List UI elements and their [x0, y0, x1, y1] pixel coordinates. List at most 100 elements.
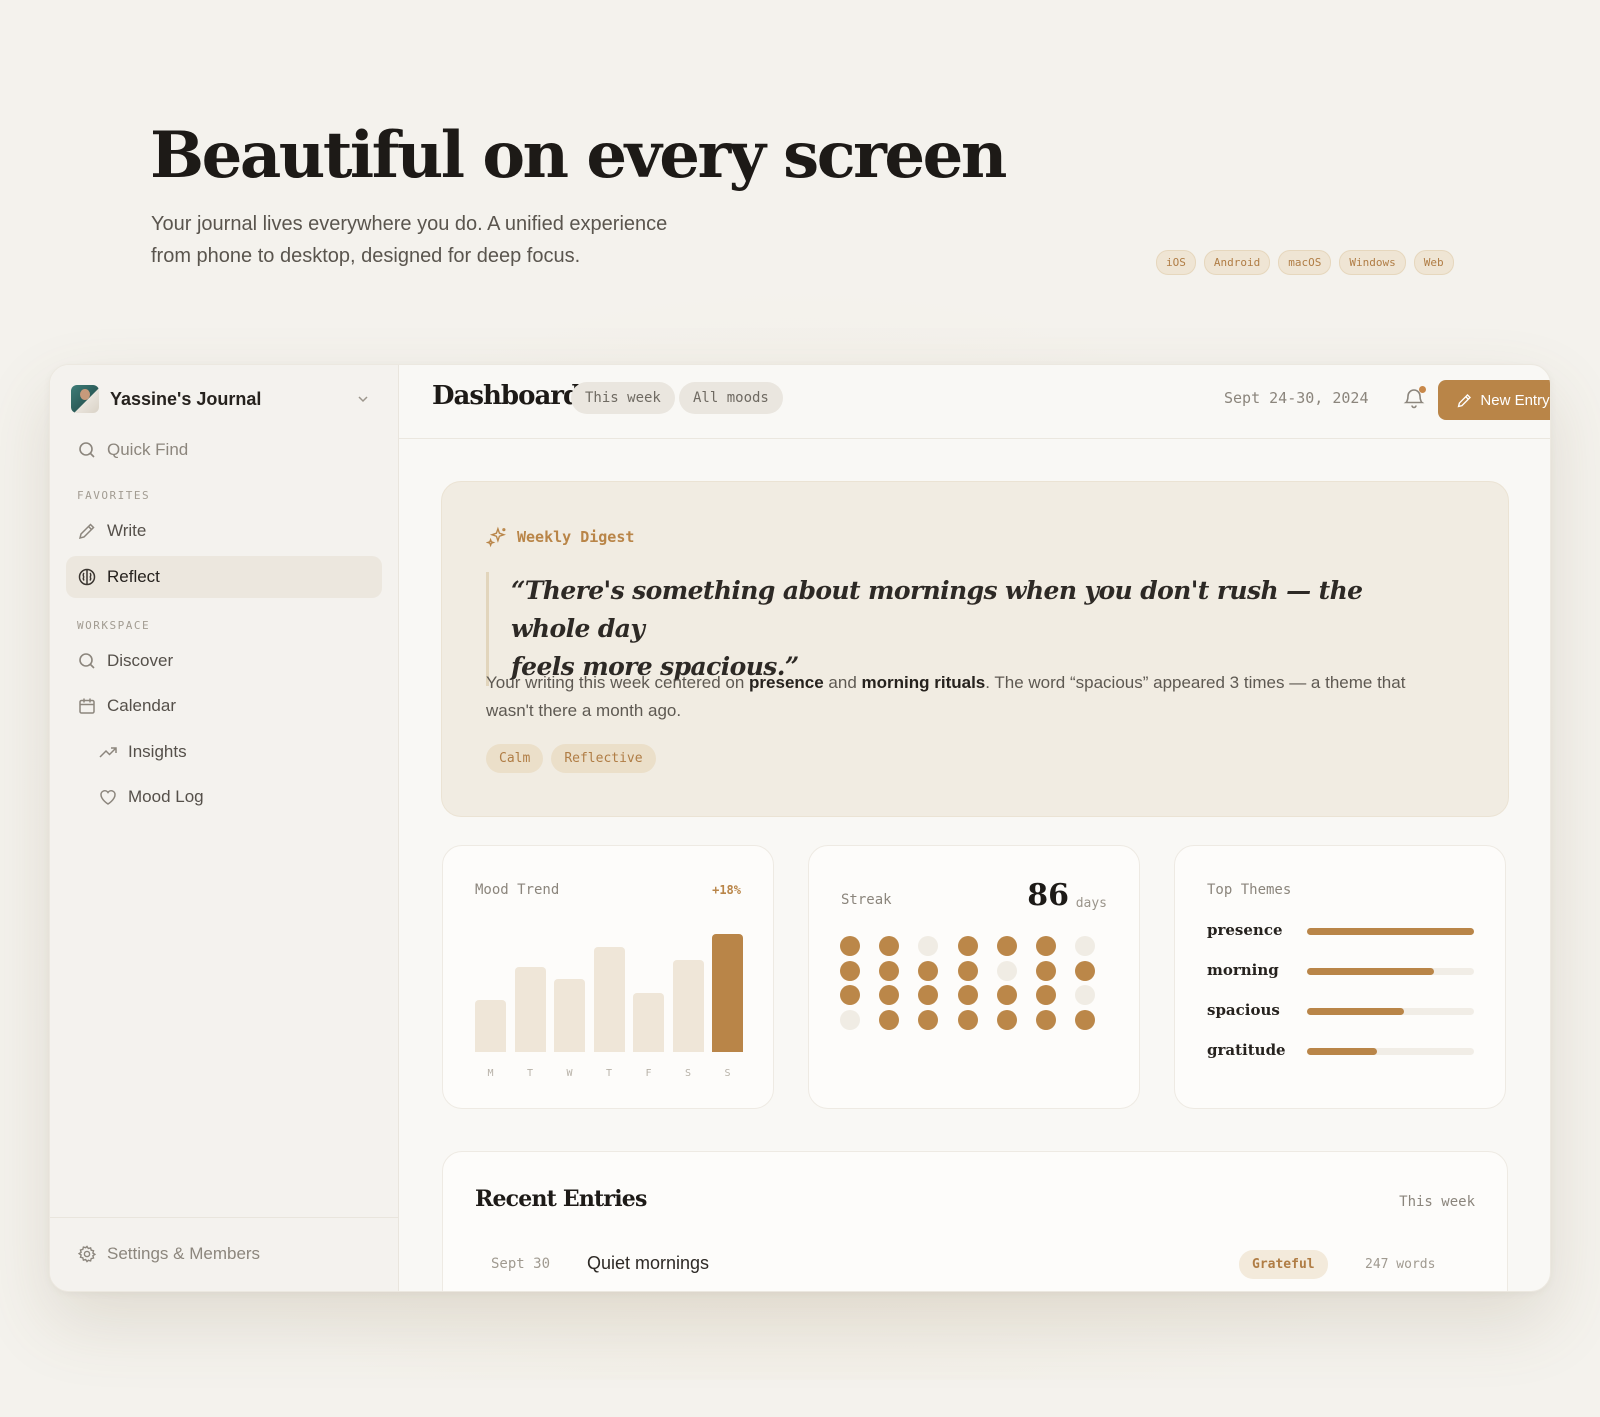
- sidebar-item-discover[interactable]: Discover: [66, 640, 382, 682]
- mood-trend-label: Mood Trend: [475, 882, 560, 898]
- mood-day-label: F: [645, 1068, 652, 1079]
- summary-text: and: [823, 673, 862, 692]
- streak-dot: [918, 960, 939, 981]
- sidebar-item-mood-log[interactable]: Mood Log: [66, 776, 382, 818]
- hero-subtitle-line-2: from phone to desktop, designed for deep…: [151, 245, 581, 267]
- entry-mood-badge: Grateful: [1239, 1250, 1328, 1279]
- mood-bar: [593, 947, 625, 1052]
- streak-dot: [1036, 1009, 1056, 1030]
- streak-dot: [879, 985, 900, 1005]
- streak-dot: [1075, 960, 1096, 981]
- summary-highlight: presence: [749, 673, 824, 692]
- search-icon: [79, 442, 95, 458]
- digest-summary: Your writing this week centered on prese…: [486, 669, 1416, 725]
- mood-bar: [554, 979, 585, 1052]
- tag-calm[interactable]: Calm: [486, 744, 544, 773]
- sparkle-icon: [486, 526, 506, 548]
- workspace-name: Yassine's Journal: [110, 388, 262, 409]
- streak-dot: [879, 936, 900, 956]
- avatar: [71, 385, 99, 413]
- recent-entries-title: Recent Entries: [475, 1186, 647, 1212]
- entry-date: Sept 30: [491, 1256, 551, 1272]
- notification-dot: [1419, 386, 1426, 393]
- workspace-label: WORKSPACE: [77, 619, 151, 632]
- streak-dot: [957, 1009, 978, 1030]
- sidebar-item-label: Discover: [107, 651, 174, 670]
- sidebar-item-reflect[interactable]: Reflect: [66, 556, 382, 598]
- topbar: Dashboard This week All moods Sept 24-30…: [399, 365, 1550, 439]
- streak-dot: [996, 985, 1017, 1005]
- streak-dot: [1036, 936, 1056, 956]
- streak-dot: [1036, 985, 1056, 1005]
- entry-title: Quiet mornings: [587, 1253, 710, 1273]
- sidebar-item-label: Reflect: [107, 567, 160, 586]
- streak-dot: [840, 1009, 860, 1030]
- theme-row: morning: [1207, 961, 1477, 981]
- sidebar-item-write[interactable]: Write: [66, 510, 382, 552]
- sidebar-footer: Settings & Members: [50, 1217, 398, 1291]
- digest-tags: Calm Reflective: [486, 744, 656, 773]
- list-item[interactable]: Sept 30 Quiet mornings Grateful 247 word…: [475, 1246, 1475, 1282]
- theme-name: gratitude: [1207, 1041, 1286, 1059]
- new-entry-label: New Entry: [1480, 391, 1550, 409]
- sidebar-item-insights[interactable]: Insights: [66, 731, 382, 773]
- mood-day-label: M: [487, 1068, 494, 1079]
- top-themes-label: Top Themes: [1207, 882, 1292, 898]
- workspace-switcher[interactable]: Yassine's Journal: [71, 385, 371, 413]
- chevron-down-icon: [358, 396, 368, 403]
- digest-label: Weekly Digest: [517, 528, 635, 546]
- platform-windows: Windows: [1339, 250, 1406, 275]
- weekly-digest-card: Weekly Digest “There's something about m…: [441, 481, 1509, 817]
- hero-subtitle: Your journal lives everywhere you do. A …: [151, 208, 711, 272]
- pencil-icon: [78, 523, 95, 540]
- theme-bar-track: [1307, 1008, 1474, 1015]
- digest-header: Weekly Digest: [486, 526, 634, 548]
- sidebar-item-label: Write: [107, 521, 147, 540]
- summary-text: Your writing this week centered on: [486, 673, 750, 692]
- summary-highlight: morning rituals: [861, 673, 986, 692]
- filter-this-week[interactable]: This week: [571, 382, 675, 414]
- hero-title: Beautiful on every screen: [150, 118, 1007, 193]
- mood-bar: [672, 960, 704, 1052]
- filter-all-moods[interactable]: All moods: [679, 382, 783, 414]
- platform-list: iOS Android macOS Windows Web: [1156, 250, 1454, 275]
- theme-bar-track: [1307, 928, 1474, 935]
- tag-reflective[interactable]: Reflective: [551, 744, 656, 773]
- streak-dot: [1036, 960, 1056, 981]
- streak-dot: [918, 936, 939, 956]
- streak-dot: [996, 960, 1017, 981]
- theme-row: presence: [1207, 921, 1477, 941]
- streak-dot: [840, 985, 860, 1005]
- hero-subtitle-line-1: Your journal lives everywhere you do. A …: [151, 213, 668, 235]
- quick-find[interactable]: Quick Find: [66, 429, 382, 471]
- streak-dot: [879, 960, 900, 981]
- sidebar-item-label: Insights: [128, 742, 187, 761]
- streak-card: Streak 86 days: [808, 845, 1140, 1109]
- theme-row: spacious: [1207, 1001, 1477, 1021]
- mood-day-label: S: [684, 1068, 692, 1079]
- platform-ios: iOS: [1156, 250, 1196, 275]
- platform-android: Android: [1203, 250, 1271, 275]
- mood-day-label: S: [724, 1068, 731, 1079]
- streak-unit: days: [1075, 896, 1107, 911]
- calendar-icon: [79, 698, 95, 714]
- streak-dot: [996, 1009, 1017, 1030]
- mood-bar: [514, 967, 546, 1052]
- new-entry-button[interactable]: New Entry: [1438, 380, 1550, 420]
- theme-name: spacious: [1207, 1001, 1280, 1019]
- mood-day-label: T: [605, 1068, 613, 1079]
- streak-dot: [957, 960, 978, 981]
- mood-bar: [712, 934, 743, 1052]
- settings-members[interactable]: Settings & Members: [66, 1233, 382, 1275]
- theme-bar-fill: [1307, 928, 1474, 935]
- settings-members-label: Settings & Members: [107, 1244, 261, 1263]
- streak-dot: [840, 960, 860, 981]
- digest-quote-line-1: “There's something about mornings when y…: [511, 576, 1363, 643]
- streak-dot: [1075, 936, 1096, 956]
- platform-macos: macOS: [1278, 250, 1332, 275]
- recent-entries-range[interactable]: This week: [1399, 1194, 1475, 1210]
- recent-entries-card: Recent Entries This week Sept 30 Quiet m…: [442, 1151, 1508, 1291]
- streak-dot: [879, 1009, 900, 1030]
- sidebar-item-calendar[interactable]: Calendar: [66, 685, 382, 727]
- streak-dot: [1075, 1009, 1096, 1030]
